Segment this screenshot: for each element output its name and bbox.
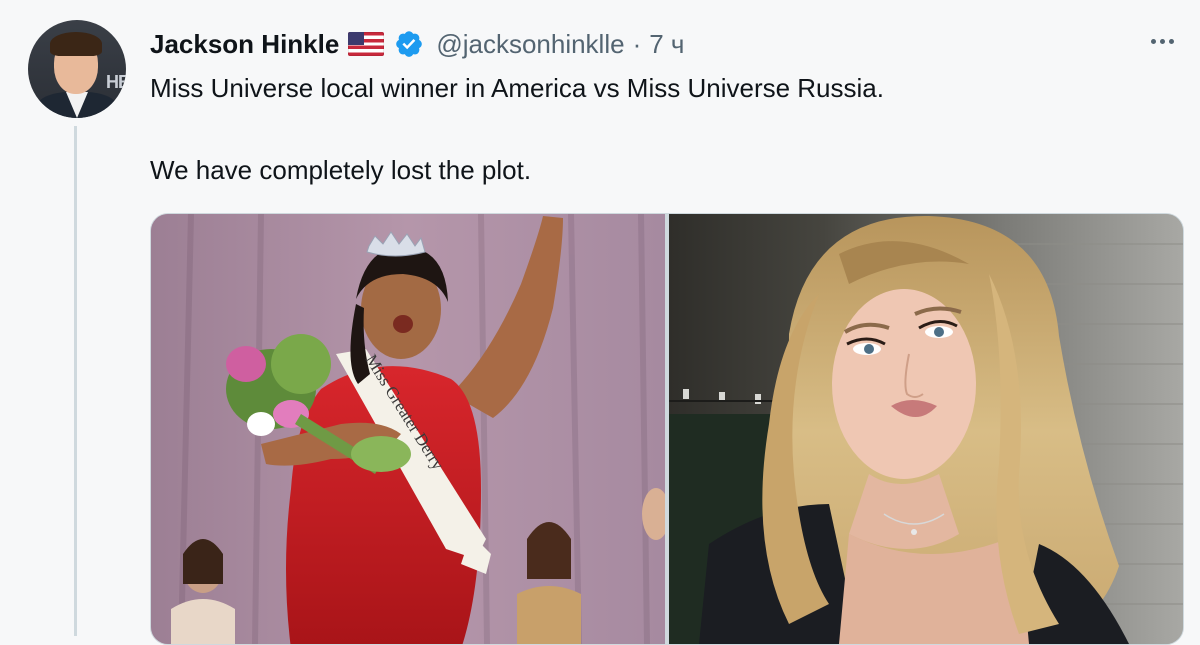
avatar-logo-text: HB	[106, 72, 126, 92]
more-options-icon[interactable]	[1142, 30, 1182, 52]
author-avatar[interactable]: HB	[28, 20, 126, 118]
tweet-header: Jackson Hinkle @jacksonhinklle · 7 ч	[150, 24, 684, 64]
tweet-media[interactable]: Miss Greater Derry	[150, 213, 1184, 645]
author-name[interactable]: Jackson Hinkle	[150, 29, 339, 60]
tweet-timestamp[interactable]: 7 ч	[649, 29, 684, 60]
us-flag-icon	[348, 32, 385, 56]
avatar-hair	[50, 32, 102, 56]
media-photo[interactable]: Miss Greater Derry	[151, 214, 665, 644]
author-handle[interactable]: @jacksonhinklle	[436, 29, 624, 60]
thread-line	[74, 126, 77, 636]
verified-badge-icon[interactable]	[394, 29, 424, 59]
tweet-text: Miss Universe local winner in America vs…	[150, 70, 1160, 188]
time-separator: ·	[632, 28, 642, 59]
media-photo[interactable]	[669, 214, 1183, 644]
tweet-text-line: Miss Universe local winner in America vs…	[150, 73, 884, 103]
tweet[interactable]: HB Jackson Hinkle @jacksonhinklle · 7 ч …	[0, 0, 1200, 645]
tweet-text-line: We have completely lost the plot.	[150, 155, 532, 185]
